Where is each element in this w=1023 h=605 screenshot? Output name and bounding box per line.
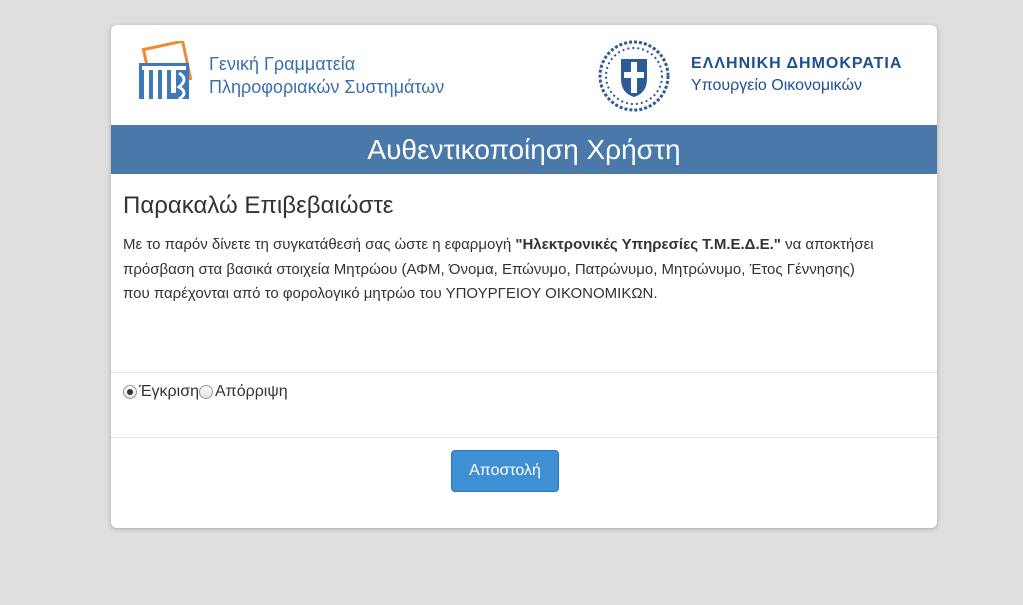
hr-name-line2: Υπουργείο Οικονομικών <box>691 77 862 94</box>
approve-option[interactable]: Έγκριση <box>123 383 199 401</box>
page-title: Αυθεντικοποίηση Χρήστη <box>111 125 937 174</box>
approve-label: Έγκριση <box>139 383 199 400</box>
consent-description: Με το παρόν δίνετε τη συγκατάθεσή σας ώσ… <box>123 233 923 307</box>
consent-radio-group: Έγκριση Απόρριψη <box>123 383 288 401</box>
hr-name-line1: ΕΛΛΗΝΙΚΗ ΔΗΜΟΚΡΑΤΙΑ <box>691 55 903 72</box>
gsis-name: Γενική Γραμματεία Πληροφοριακών Συστημάτ… <box>209 53 444 99</box>
greek-coat-of-arms-icon <box>598 40 670 112</box>
divider <box>111 437 937 438</box>
gsis-name-line1: Γενική Γραμματεία <box>209 54 356 74</box>
app-name: "Ηλεκτρονικές Υπηρεσίες Τ.Μ.Ε.Δ.Ε." <box>515 236 781 253</box>
reject-option[interactable]: Απόρριψη <box>198 383 288 401</box>
submit-button[interactable]: Αποστολή <box>451 450 559 492</box>
gsis-name-line2: Πληροφοριακών Συστημάτων <box>209 77 445 97</box>
approve-radio[interactable] <box>123 385 137 399</box>
divider <box>111 372 937 373</box>
logo-header: Γενική Γραμματεία Πληροφοριακών Συστημάτ… <box>111 25 937 125</box>
reject-radio[interactable] <box>198 385 213 399</box>
desc-part3: που παρέχονται από το φορολογικό μητρώο … <box>123 285 658 302</box>
hellenic-republic-name: ΕΛΛΗΝΙΚΗ ΔΗΜΟΚΡΑΤΙΑ Υπουργείο Οικονομικώ… <box>691 53 902 97</box>
desc-part1: Με το παρόν δίνετε τη συγκατάθεσή σας ώσ… <box>123 236 516 253</box>
gsis-logo-icon <box>139 41 193 101</box>
confirm-heading: Παρακαλώ Επιβεβαιώστε <box>123 192 394 219</box>
consent-card: Γενική Γραμματεία Πληροφοριακών Συστημάτ… <box>111 25 937 528</box>
reject-label: Απόρριψη <box>214 383 288 400</box>
